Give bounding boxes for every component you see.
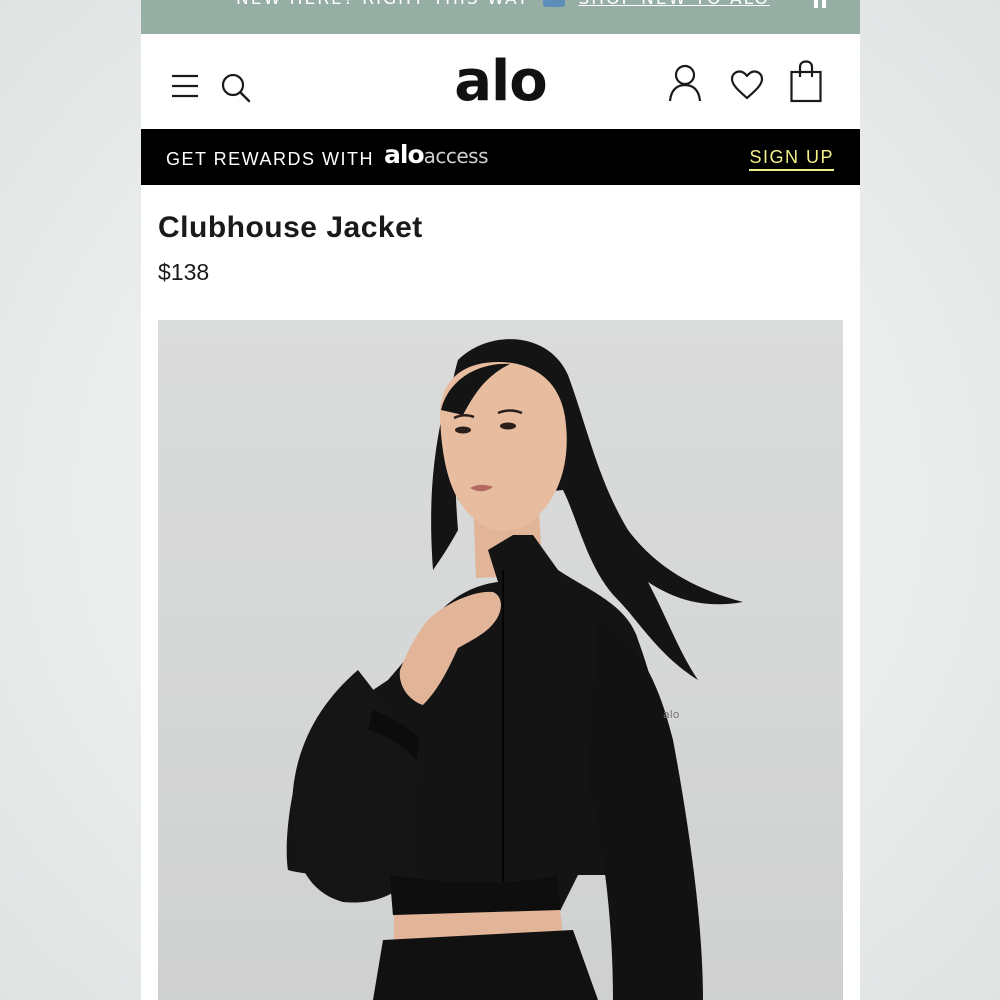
promo-link[interactable]: SHOP NEW TO ALO	[579, 0, 770, 9]
account-icon[interactable]	[668, 64, 702, 102]
rewards-text: GET REWARDS WITH	[166, 149, 374, 169]
site-header: alo	[141, 34, 860, 129]
alo-access-logo: aloaccess	[384, 140, 489, 169]
sleeve-logo: alo	[663, 708, 680, 721]
alo-access-logo-alo: alo	[384, 140, 425, 169]
promo-message: NEW HERE? RIGHT THIS WAY	[236, 0, 530, 9]
model-photo: alo	[286, 339, 743, 1000]
pause-icon[interactable]	[812, 0, 830, 8]
product-price: $138	[158, 259, 210, 285]
pointing-hand-icon	[543, 0, 566, 7]
wishlist-icon[interactable]	[730, 70, 764, 100]
alo-access-logo-access: access	[423, 144, 489, 168]
promo-banner[interactable]: NEW HERE? RIGHT THIS WAY SHOP NEW TO ALO	[141, 0, 860, 34]
signup-link[interactable]: SIGN UP	[749, 147, 834, 171]
bag-icon[interactable]	[789, 60, 823, 104]
rewards-bar: GET REWARDS WITH aloaccess SIGN UP	[141, 129, 860, 185]
product-title: Clubhouse Jacket	[158, 211, 423, 244]
promo-text[interactable]: NEW HERE? RIGHT THIS WAY SHOP NEW TO ALO	[236, 0, 770, 9]
product-image[interactable]: alo	[158, 320, 843, 1000]
mobile-page: NEW HERE? RIGHT THIS WAY SHOP NEW TO ALO…	[141, 0, 860, 1000]
